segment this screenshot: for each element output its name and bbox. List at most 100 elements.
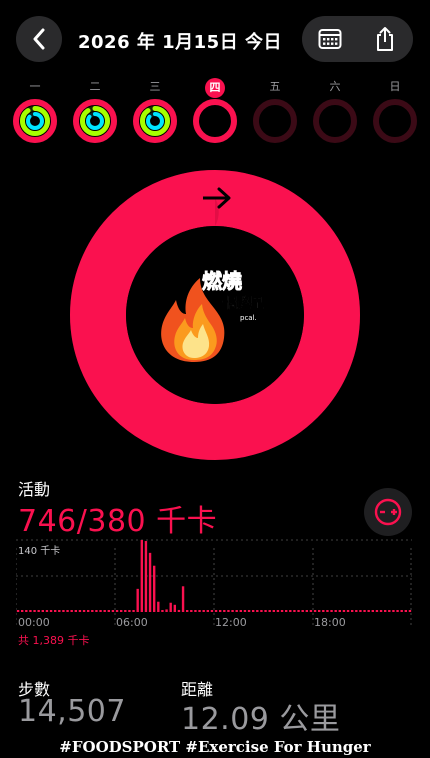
day-rings[interactable]	[12, 98, 58, 144]
chart-bar	[284, 610, 288, 612]
chart-bar	[297, 610, 300, 612]
chart-bar	[45, 610, 49, 612]
chart-bar	[115, 610, 119, 612]
chart-bar	[408, 610, 412, 612]
adjust-goal-icon	[374, 498, 402, 526]
day-rings[interactable]	[252, 98, 298, 144]
day-rings[interactable]	[132, 98, 178, 144]
chart-bar	[25, 610, 28, 612]
chart-bar	[383, 610, 387, 612]
chart-bar	[235, 610, 238, 612]
chart-bar	[136, 588, 139, 612]
chart-bar	[346, 610, 350, 612]
day-rings[interactable]	[192, 98, 238, 144]
chart-bar	[74, 610, 78, 612]
chart-bar	[268, 610, 271, 612]
weekday-label: 四	[193, 78, 237, 98]
chart-bar	[202, 610, 205, 612]
chart-bar	[20, 610, 24, 612]
chart-bar	[214, 610, 218, 612]
chart-bar	[37, 610, 40, 612]
chart-bar	[256, 610, 259, 612]
chart-bar	[334, 610, 337, 612]
chart-bar	[342, 610, 346, 612]
chart-bar	[161, 610, 164, 612]
chart-bar	[173, 604, 177, 612]
toolbar-pill	[302, 16, 413, 62]
chart-bar	[322, 610, 325, 612]
chart-bar	[86, 610, 90, 612]
x-tick-label: 06:00	[116, 616, 148, 629]
chart-bar	[157, 601, 160, 612]
back-button[interactable]	[16, 16, 62, 62]
chart-bar	[144, 541, 148, 612]
chart-bar	[227, 610, 230, 612]
chart-bar	[185, 610, 189, 612]
chart-bar	[165, 609, 168, 612]
chart-bar	[140, 540, 144, 612]
chart-bar	[392, 610, 395, 612]
chart-bar	[33, 610, 36, 612]
chart-bar	[119, 610, 123, 612]
chart-bar	[355, 610, 358, 612]
chart-bar	[359, 610, 362, 612]
chart-bar	[280, 610, 284, 612]
chart-bar	[107, 610, 111, 612]
weekday-label: 五	[269, 80, 281, 93]
weekday-label: 二	[89, 80, 101, 93]
chart-bar	[379, 610, 383, 612]
chart-bar	[210, 610, 214, 612]
chart-bar	[367, 610, 370, 612]
day-rings[interactable]	[72, 98, 118, 144]
chart-bar	[206, 610, 210, 612]
chart-bar	[58, 610, 61, 612]
chart-bar	[181, 586, 185, 612]
chart-bar	[66, 610, 69, 612]
chart-bar	[247, 610, 251, 612]
chart-bar	[251, 610, 255, 612]
chart-bar	[95, 610, 98, 612]
chart-bar	[99, 610, 102, 612]
chart-bar	[223, 610, 226, 612]
chart-bar	[371, 610, 375, 612]
chart-bar	[70, 610, 73, 612]
chart-bar	[305, 610, 309, 612]
chart-bar	[375, 610, 379, 612]
chart-bar	[16, 610, 20, 612]
chart-bar	[103, 610, 106, 612]
chart-bar	[128, 610, 131, 612]
chart-bar	[276, 610, 280, 612]
day-rings[interactable]	[312, 98, 358, 144]
activity-chart	[16, 539, 412, 628]
chart-bar	[301, 610, 304, 612]
steps-value: 14,507	[18, 694, 126, 729]
chart-bar	[111, 610, 115, 612]
chart-bar	[148, 552, 152, 612]
share-button[interactable]	[365, 19, 405, 59]
chart-ymax-label: 140 千卡	[18, 546, 61, 557]
chart-bar	[152, 565, 156, 612]
chart-bar	[78, 610, 82, 612]
chart-bar	[330, 610, 333, 612]
chart-bar	[194, 610, 197, 612]
chart-bar	[243, 610, 247, 612]
chart-bar	[350, 610, 354, 612]
calendar-button[interactable]	[310, 19, 350, 59]
chart-bar	[41, 610, 45, 612]
day-rings[interactable]	[372, 98, 418, 144]
chart-bar	[91, 610, 94, 612]
x-tick-label: 12:00	[215, 616, 247, 629]
distance-value: 12.09 公里	[181, 702, 341, 737]
chart-bar	[231, 610, 234, 612]
chart-bar	[62, 610, 65, 612]
chart-bar	[400, 610, 403, 612]
activity-value: 746/380 千卡	[18, 504, 218, 539]
chart-bar	[309, 610, 313, 612]
chart-bar	[82, 610, 86, 612]
sticker-subtitle: 卡路里	[222, 295, 264, 312]
adjust-goal-button[interactable]	[364, 488, 412, 536]
chart-bar	[49, 610, 53, 612]
chart-bar	[264, 610, 267, 612]
chart-bar	[132, 610, 135, 612]
chart-bar	[317, 610, 321, 612]
